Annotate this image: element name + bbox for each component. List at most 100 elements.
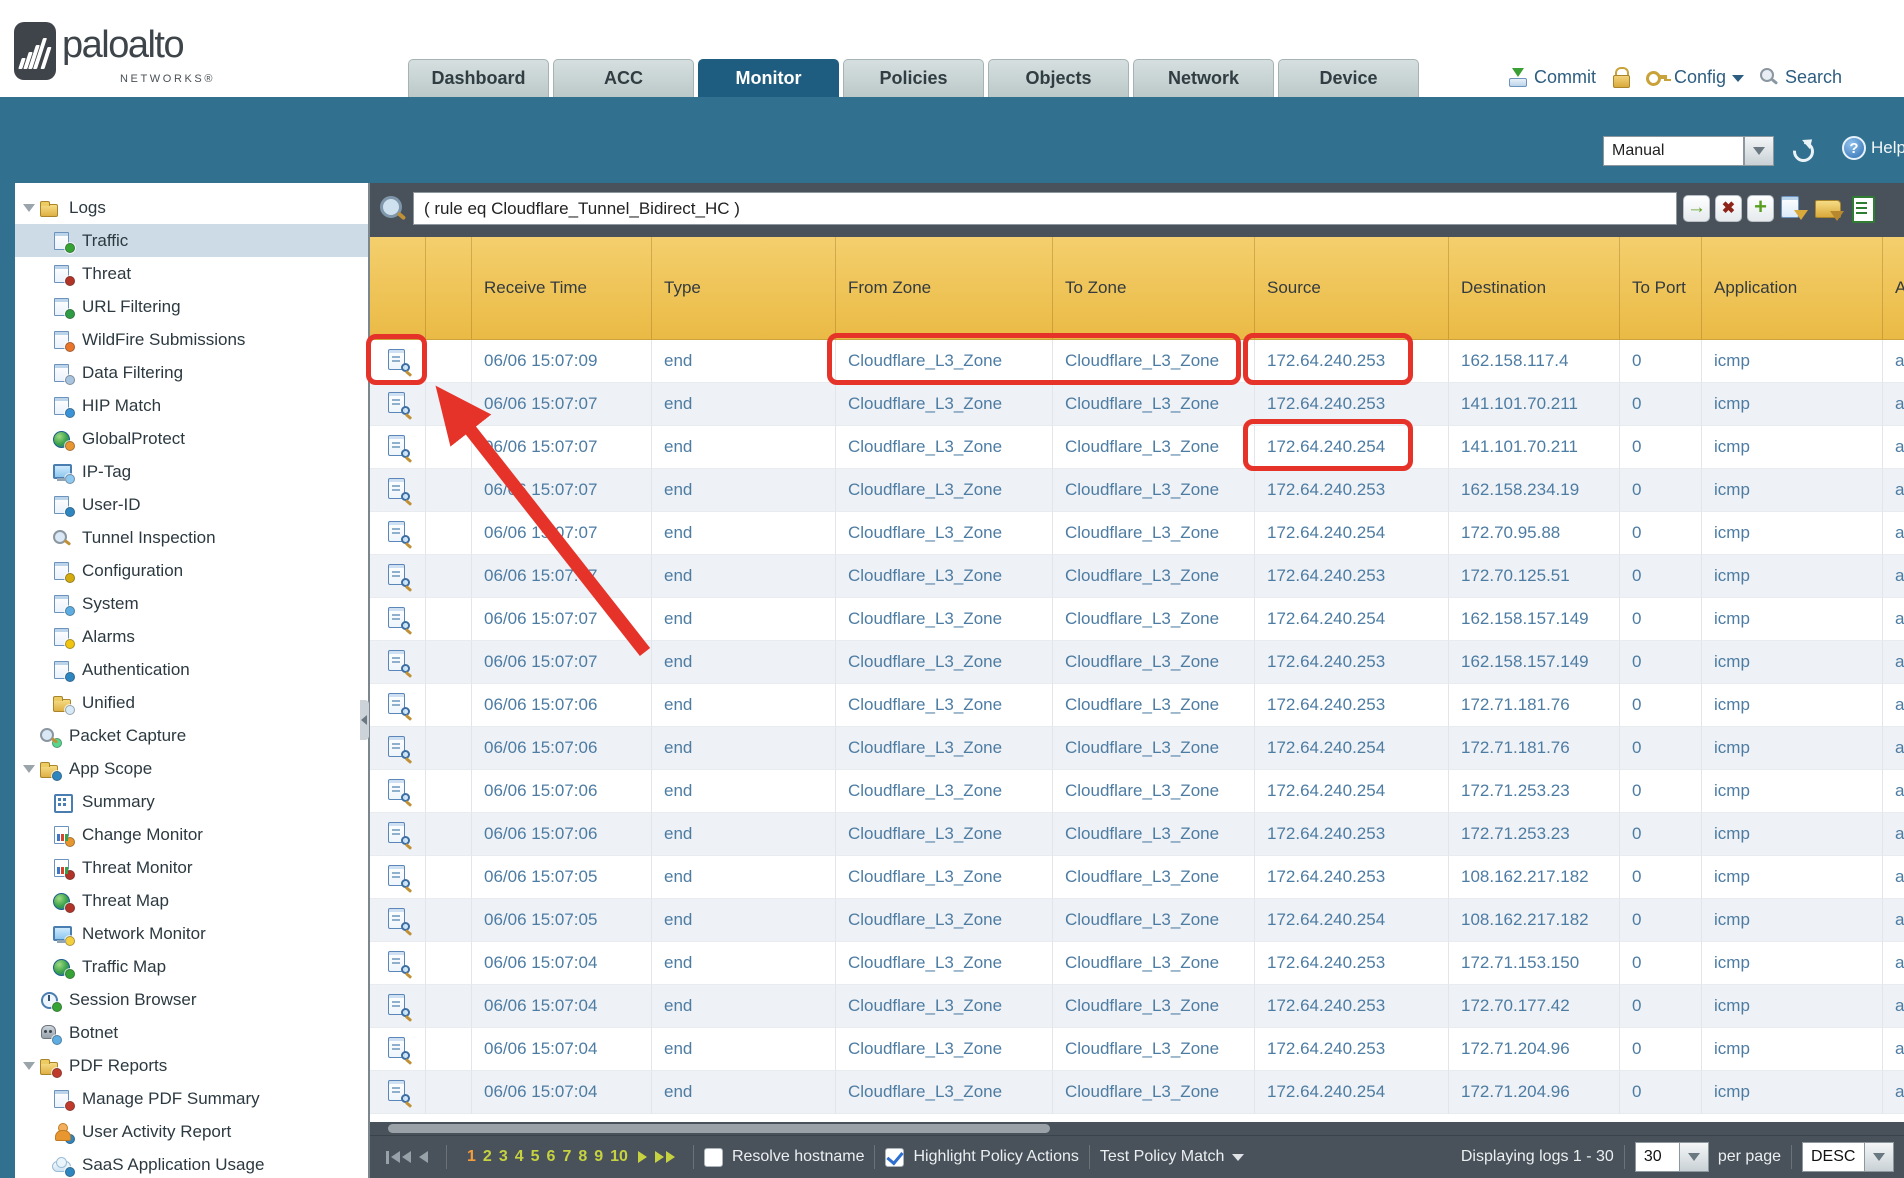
sidebar-item-url-filtering[interactable]: URL Filtering [15, 290, 368, 323]
sidebar-item-botnet[interactable]: Botnet [15, 1016, 368, 1049]
sidebar-item-threat[interactable]: Threat [15, 257, 368, 290]
cell-from-zone[interactable]: Cloudflare_L3_Zone [836, 1028, 1053, 1071]
cell-to-zone[interactable]: Cloudflare_L3_Zone [1053, 340, 1255, 383]
cell-to-zone[interactable]: Cloudflare_L3_Zone [1053, 942, 1255, 985]
cell-source[interactable]: 172.64.240.253 [1255, 1028, 1449, 1071]
cell-destination[interactable]: 172.70.125.51 [1449, 555, 1620, 598]
cell-destination[interactable]: 172.71.204.96 [1449, 1071, 1620, 1114]
cell-from-zone[interactable]: Cloudflare_L3_Zone [836, 899, 1053, 942]
cell-action[interactable]: a [1883, 555, 1904, 598]
cell-to-zone[interactable]: Cloudflare_L3_Zone [1053, 856, 1255, 899]
table-row[interactable]: 06/06 15:07:07endCloudflare_L3_ZoneCloud… [370, 426, 1904, 469]
cell-action[interactable]: a [1883, 1028, 1904, 1071]
cell-destination[interactable]: 162.158.157.149 [1449, 598, 1620, 641]
cell-type[interactable]: end [652, 383, 836, 426]
column-header-spacer[interactable] [426, 237, 472, 339]
highlight-policy-actions-checkbox[interactable] [885, 1148, 904, 1167]
log-detail-icon[interactable] [386, 864, 410, 891]
cell-receive-time[interactable]: 06/06 15:07:07 [472, 641, 652, 684]
log-detail-icon[interactable] [386, 1036, 410, 1063]
cell-to-port[interactable]: 0 [1620, 813, 1702, 856]
apply-filter-button[interactable] [1683, 195, 1710, 222]
cell-destination[interactable]: 172.70.95.88 [1449, 512, 1620, 555]
cell-to-zone[interactable]: Cloudflare_L3_Zone [1053, 770, 1255, 813]
cell-destination[interactable]: 172.71.204.96 [1449, 1028, 1620, 1071]
cell-receive-time[interactable]: 06/06 15:07:04 [472, 942, 652, 985]
sidebar-item-pdf-reports[interactable]: PDF Reports [15, 1049, 368, 1082]
cell-type[interactable]: end [652, 641, 836, 684]
cell-to-zone[interactable]: Cloudflare_L3_Zone [1053, 512, 1255, 555]
cell-destination[interactable]: 141.101.70.211 [1449, 426, 1620, 469]
tab-objects[interactable]: Objects [988, 59, 1129, 97]
tree-expand-caret[interactable] [23, 204, 35, 212]
cell-destination[interactable]: 108.162.217.182 [1449, 856, 1620, 899]
cell-type[interactable]: end [652, 942, 836, 985]
cell-to-port[interactable]: 0 [1620, 426, 1702, 469]
tab-policies[interactable]: Policies [843, 59, 984, 97]
column-header-to-port[interactable]: To Port [1620, 237, 1702, 339]
column-header-action[interactable]: A [1883, 237, 1904, 339]
cell-application[interactable]: icmp [1702, 942, 1883, 985]
sidebar-item-user-activity-report[interactable]: User Activity Report [15, 1115, 368, 1148]
cell-destination[interactable]: 172.71.253.23 [1449, 770, 1620, 813]
table-row[interactable]: 06/06 15:07:04endCloudflare_L3_ZoneCloud… [370, 985, 1904, 1028]
sidebar-item-threat-monitor[interactable]: Threat Monitor [15, 851, 368, 884]
cell-action[interactable]: a [1883, 598, 1904, 641]
cell-receive-time[interactable]: 06/06 15:07:07 [472, 469, 652, 512]
log-filter-input[interactable] [413, 192, 1677, 225]
sidebar-item-configuration[interactable]: Configuration [15, 554, 368, 587]
cell-application[interactable]: icmp [1702, 813, 1883, 856]
cell-to-port[interactable]: 0 [1620, 512, 1702, 555]
cell-type[interactable]: end [652, 512, 836, 555]
page-number-1[interactable]: 1 [467, 1148, 476, 1166]
cell-receive-time[interactable]: 06/06 15:07:06 [472, 727, 652, 770]
cell-to-port[interactable]: 0 [1620, 598, 1702, 641]
cell-application[interactable]: icmp [1702, 899, 1883, 942]
log-detail-icon[interactable] [386, 778, 410, 805]
cell-source[interactable]: 172.64.240.253 [1255, 684, 1449, 727]
tab-dashboard[interactable]: Dashboard [408, 59, 549, 97]
cell-type[interactable]: end [652, 1071, 836, 1114]
sidebar-item-ip-tag[interactable]: IP-Tag [15, 455, 368, 488]
cell-to-port[interactable]: 0 [1620, 641, 1702, 684]
cell-source[interactable]: 172.64.240.253 [1255, 469, 1449, 512]
load-filter-icon[interactable] [1814, 194, 1844, 222]
sidebar-item-app-scope[interactable]: App Scope [15, 752, 368, 785]
cell-type[interactable]: end [652, 985, 836, 1028]
cell-from-zone[interactable]: Cloudflare_L3_Zone [836, 340, 1053, 383]
cell-application[interactable]: icmp [1702, 512, 1883, 555]
page-number-2[interactable]: 2 [483, 1148, 492, 1166]
cell-destination[interactable]: 162.158.117.4 [1449, 340, 1620, 383]
cell-source[interactable]: 172.64.240.254 [1255, 770, 1449, 813]
cell-application[interactable]: icmp [1702, 1071, 1883, 1114]
cell-from-zone[interactable]: Cloudflare_L3_Zone [836, 512, 1053, 555]
table-row[interactable]: 06/06 15:07:05endCloudflare_L3_ZoneCloud… [370, 899, 1904, 942]
page-number-7[interactable]: 7 [562, 1148, 571, 1166]
last-page-button[interactable] [655, 1151, 675, 1163]
cell-receive-time[interactable]: 06/06 15:07:04 [472, 985, 652, 1028]
sort-order-dropdown-button[interactable] [1865, 1142, 1894, 1172]
cell-source[interactable]: 172.64.240.253 [1255, 985, 1449, 1028]
cell-from-zone[interactable]: Cloudflare_L3_Zone [836, 555, 1053, 598]
cell-from-zone[interactable]: Cloudflare_L3_Zone [836, 856, 1053, 899]
page-number-10[interactable]: 10 [610, 1148, 628, 1166]
cell-to-zone[interactable]: Cloudflare_L3_Zone [1053, 985, 1255, 1028]
cell-receive-time[interactable]: 06/06 15:07:07 [472, 383, 652, 426]
prev-page-button[interactable] [419, 1151, 428, 1163]
log-detail-icon[interactable] [386, 649, 410, 676]
log-detail-icon[interactable] [386, 563, 410, 590]
cell-destination[interactable]: 162.158.157.149 [1449, 641, 1620, 684]
column-header-destination[interactable]: Destination [1449, 237, 1620, 339]
cell-action[interactable]: a [1883, 426, 1904, 469]
cell-type[interactable]: end [652, 856, 836, 899]
first-page-button[interactable] [386, 1151, 411, 1164]
cell-application[interactable]: icmp [1702, 383, 1883, 426]
cell-type[interactable]: end [652, 426, 836, 469]
table-row[interactable]: 06/06 15:07:09endCloudflare_L3_ZoneCloud… [370, 340, 1904, 383]
cell-receive-time[interactable]: 06/06 15:07:07 [472, 512, 652, 555]
log-detail-icon[interactable] [386, 907, 410, 934]
cell-receive-time[interactable]: 06/06 15:07:06 [472, 813, 652, 856]
sidebar-item-globalprotect[interactable]: GlobalProtect [15, 422, 368, 455]
search-button[interactable]: Search [1759, 67, 1842, 88]
log-detail-icon[interactable] [386, 348, 410, 375]
